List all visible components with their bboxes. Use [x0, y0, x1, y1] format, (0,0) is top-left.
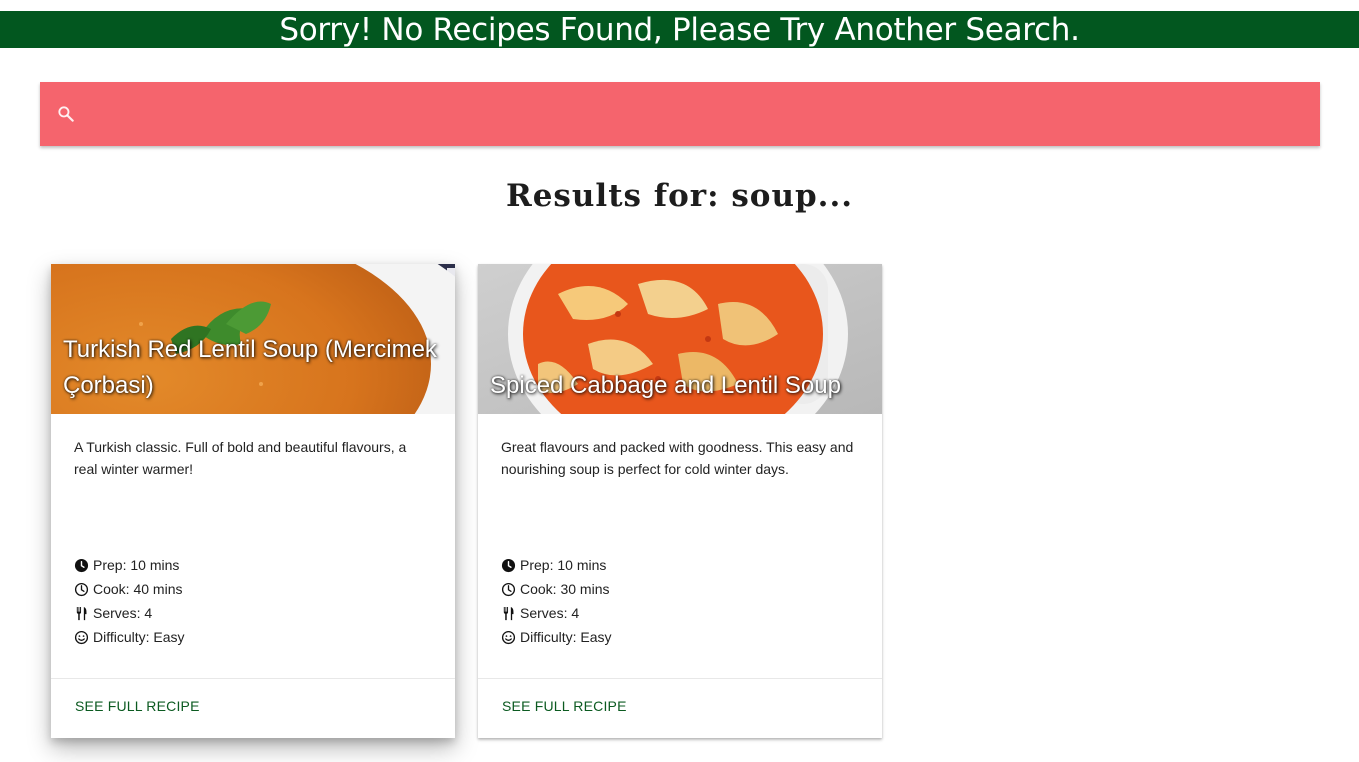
smile-icon — [501, 630, 516, 644]
recipe-image[interactable]: Spiced Cabbage and Lentil Soup — [478, 264, 882, 414]
no-results-banner: Sorry! No Recipes Found, Please Try Anot… — [0, 11, 1359, 48]
card-action: SEE FULL RECIPE — [478, 678, 882, 738]
recipe-title: Turkish Red Lentil Soup (Mercimek Çorbas… — [63, 336, 437, 399]
clock-outline-icon — [501, 582, 516, 596]
servings: Serves: 4 — [93, 605, 153, 621]
recipe-card: Turkish Red Lentil Soup (Mercimek Çorbas… — [51, 264, 455, 738]
recipe-card: Spiced Cabbage and Lentil Soup Great fla… — [478, 264, 882, 738]
difficulty: Difficulty: Easy — [520, 629, 612, 645]
servings: Serves: 4 — [520, 605, 580, 621]
prep-time: Prep: 10 mins — [520, 557, 607, 573]
see-full-recipe-link[interactable]: SEE FULL RECIPE — [75, 698, 200, 714]
clock-outline-icon — [74, 582, 89, 596]
smile-icon — [74, 630, 89, 644]
recipe-title: Spiced Cabbage and Lentil Soup — [490, 372, 841, 399]
search-icon[interactable] — [56, 104, 76, 124]
recipe-image[interactable]: Turkish Red Lentil Soup (Mercimek Çorbas… — [51, 264, 455, 414]
recipe-description: A Turkish classic. Full of bold and beau… — [74, 439, 407, 477]
card-action: SEE FULL RECIPE — [51, 678, 455, 738]
recipe-meta: Prep: 10 mins Cook: 40 mins Serves: 4 Di… — [74, 553, 185, 649]
utensils-icon — [76, 606, 87, 620]
cook-time: Cook: 40 mins — [93, 581, 183, 597]
search-input[interactable] — [92, 82, 1320, 146]
recipe-meta: Prep: 10 mins Cook: 30 mins Serves: 4 Di… — [501, 553, 612, 649]
cook-time: Cook: 30 mins — [520, 581, 610, 597]
difficulty: Difficulty: Easy — [93, 629, 185, 645]
clock-solid-icon — [501, 558, 516, 572]
results-heading: Results for: soup... — [505, 178, 854, 214]
search-bar[interactable] — [40, 82, 1320, 146]
utensils-icon — [503, 606, 514, 620]
prep-time: Prep: 10 mins — [93, 557, 180, 573]
see-full-recipe-link[interactable]: SEE FULL RECIPE — [502, 698, 627, 714]
clock-solid-icon — [74, 558, 89, 572]
recipe-description: Great flavours and packed with goodness.… — [501, 439, 854, 477]
